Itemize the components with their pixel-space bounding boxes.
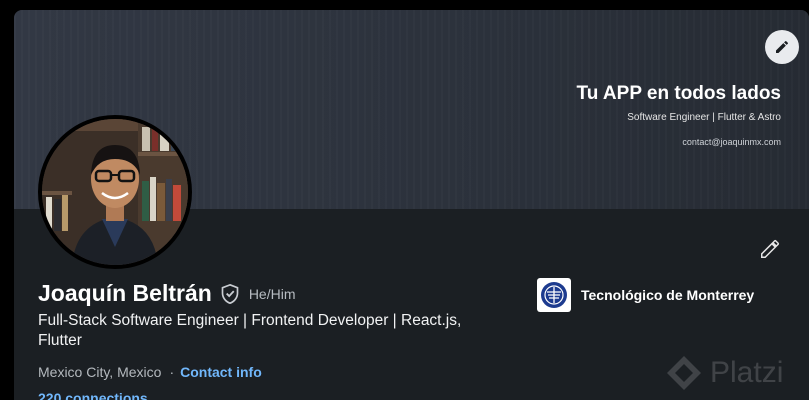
profile-headline: Full-Stack Software Engineer | Frontend … [38,312,462,349]
name-row: Joaquín Beltrán He/Him [38,280,295,307]
contact-info-link[interactable]: Contact info [180,364,262,380]
connections-link[interactable]: 220 connections [38,390,148,400]
avatar[interactable] [38,115,192,269]
profile-name: Joaquín Beltrán [38,280,212,306]
edit-profile-button[interactable] [757,236,783,262]
platzi-watermark: Platzi [664,353,783,393]
pronouns: He/Him [248,285,296,302]
school-logo-icon [541,282,567,308]
pencil-icon [776,40,789,53]
school-logo [537,278,571,312]
avatar-photo [42,119,188,265]
separator-dot: · [169,364,175,380]
pencil-icon [761,240,779,258]
verified-badge[interactable] [220,283,240,305]
banner-contact: contact@joaquinmx.com [682,137,781,147]
location-row: Mexico City, Mexico · Contact info [38,364,262,380]
school-name: Tecnológico de Monterrey [581,287,755,303]
watermark-text: Platzi [710,356,784,389]
education-entry[interactable]: Tecnológico de Monterrey [537,278,754,312]
edit-banner-button[interactable] [765,30,799,64]
banner-subtitle: Software Engineer | Flutter & Astro [627,112,781,123]
location-text: Mexico City, Mexico [38,364,162,380]
profile-card: Tu APP en todos lados Software Engineer … [14,10,809,400]
platzi-logo [667,356,701,390]
shield-check-icon [221,283,239,304]
banner-title: Tu APP en todos lados [576,83,781,104]
